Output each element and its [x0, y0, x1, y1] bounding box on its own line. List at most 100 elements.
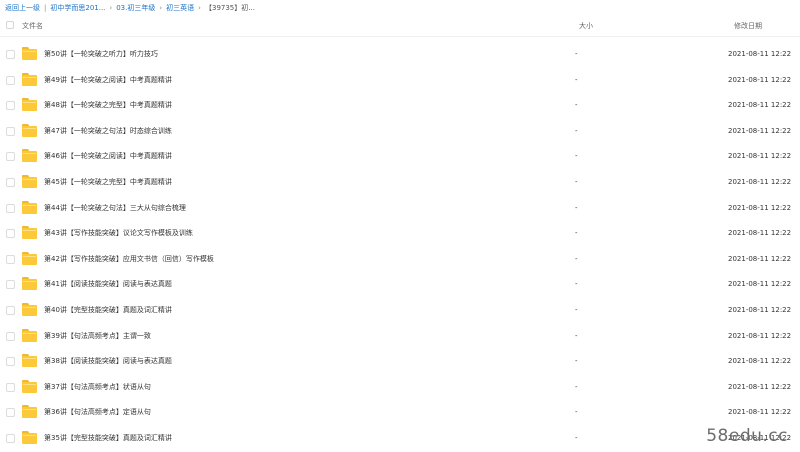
file-modified-date: 2021-08-11 12:22: [728, 101, 792, 110]
row-checkbox[interactable]: [6, 203, 15, 213]
row-checkbox[interactable]: [6, 408, 15, 418]
file-modified-date: 2021-08-11 12:22: [728, 280, 792, 289]
folder-icon: [22, 379, 37, 393]
folder-icon: [22, 405, 37, 419]
row-checkbox[interactable]: [6, 177, 15, 187]
file-modified-date: 2021-08-11 12:22: [728, 229, 792, 238]
row-checkbox[interactable]: [6, 357, 15, 367]
file-row[interactable]: 第37讲【句法高频考点】状语从句 - 2021-08-11 12:22: [0, 374, 800, 400]
row-checkbox[interactable]: [6, 382, 15, 392]
file-modified-date: 2021-08-11 12:22: [728, 50, 792, 58]
file-row[interactable]: 第41讲【阅读技能突破】阅读与表达真题 - 2021-08-11 12:22: [0, 271, 800, 297]
row-checkbox[interactable]: [6, 101, 15, 111]
breadcrumb-item[interactable]: 03.初三年级: [116, 2, 155, 14]
breadcrumb-item[interactable]: 初中学而思201...: [50, 2, 105, 14]
file-size: -: [575, 50, 578, 58]
folder-icon: [22, 277, 37, 291]
file-name[interactable]: 第42讲【写作技能突破】应用文书信（回信）写作模板: [44, 253, 214, 265]
folder-icon: [22, 123, 37, 137]
row-checkbox[interactable]: [6, 126, 15, 136]
file-modified-date: 2021-08-11 12:22: [728, 254, 792, 263]
back-link[interactable]: 返回上一级: [5, 2, 40, 14]
file-name[interactable]: 第37讲【句法高频考点】状语从句: [44, 381, 151, 393]
file-row[interactable]: 第45讲【一轮突破之完型】中考真题精讲 - 2021-08-11 12:22: [0, 169, 800, 195]
row-checkbox[interactable]: [6, 433, 15, 443]
file-size: -: [575, 152, 578, 161]
file-name[interactable]: 第44讲【一轮突破之句法】三大从句综合梳理: [44, 202, 186, 214]
file-size: -: [575, 433, 578, 442]
file-name[interactable]: 第35讲【完型技能突破】真题及词汇精讲: [44, 432, 172, 444]
row-checkbox[interactable]: [6, 305, 15, 315]
file-name[interactable]: 第50讲【一轮突破之听力】听力技巧: [44, 48, 158, 60]
select-all-checkbox[interactable]: [6, 21, 14, 29]
folder-icon: [22, 200, 37, 214]
file-size: -: [575, 305, 578, 314]
file-row[interactable]: 第46讲【一轮突破之阅读】中考真题精讲 - 2021-08-11 12:22: [0, 143, 800, 169]
file-row[interactable]: 第49讲【一轮突破之阅读】中考真题精讲 - 2021-08-11 12:22: [0, 67, 800, 93]
breadcrumb-separator: ›: [198, 4, 201, 12]
file-row[interactable]: 第44讲【一轮突破之句法】三大从句综合梳理 - 2021-08-11 12:22: [0, 195, 800, 221]
row-checkbox[interactable]: [6, 254, 15, 264]
file-name[interactable]: 第48讲【一轮突破之完型】中考真题精讲: [44, 99, 172, 111]
file-modified-date: 2021-08-11 12:22: [728, 305, 792, 314]
folder-icon: [22, 98, 37, 112]
file-name[interactable]: 第43讲【写作技能突破】议论文写作模板及训练: [44, 227, 193, 239]
folder-icon: [22, 72, 37, 86]
file-row[interactable]: 第50讲【一轮突破之听力】听力技巧 - 2021-08-11 12:22: [0, 41, 800, 67]
file-row[interactable]: 第39讲【句法高频考点】主谓一致 - 2021-08-11 12:22: [0, 323, 800, 349]
file-name[interactable]: 第45讲【一轮突破之完型】中考真题精讲: [44, 176, 172, 188]
file-size: -: [575, 382, 578, 391]
column-header-size[interactable]: 大小: [579, 20, 593, 32]
file-size: -: [575, 229, 578, 238]
row-checkbox[interactable]: [6, 75, 15, 85]
file-row[interactable]: 第47讲【一轮突破之句法】时态综合训练 - 2021-08-11 12:22: [0, 118, 800, 144]
file-row[interactable]: 第42讲【写作技能突破】应用文书信（回信）写作模板 - 2021-08-11 12:…: [0, 246, 800, 272]
column-header-name[interactable]: 文件名: [22, 20, 43, 32]
folder-icon: [22, 302, 37, 316]
breadcrumb-separator: ›: [109, 4, 113, 12]
file-name[interactable]: 第41讲【阅读技能突破】阅读与表达真题: [44, 278, 172, 290]
file-size: -: [575, 254, 578, 263]
file-row[interactable]: 第35讲【完型技能突破】真题及词汇精讲 -2021-08-11 12:22: [0, 425, 800, 451]
file-modified-date: 2021-08-11 12:22: [728, 408, 792, 417]
file-row[interactable]: 第48讲【一轮突破之完型】中考真题精讲 - 2021-08-11 12:22: [0, 92, 800, 118]
folder-icon: [22, 47, 37, 60]
file-row[interactable]: 第43讲【写作技能突破】议论文写作模板及训练 - 2021-08-11 12:22: [0, 220, 800, 246]
breadcrumb: 返回上一级 | 初中学而思201... › 03.初三年级 › 初三英语 › 【…: [5, 2, 255, 14]
file-row[interactable]: 第40讲【完型技能突破】真题及词汇精讲 - 2021-08-11 12:22: [0, 297, 800, 323]
breadcrumb-separator: |: [44, 4, 47, 12]
file-size: -: [575, 280, 578, 289]
file-size: -: [575, 203, 578, 212]
folder-icon: [22, 226, 37, 240]
row-checkbox[interactable]: [6, 229, 15, 239]
breadcrumb-current: 【39735】初...: [204, 4, 255, 12]
file-name[interactable]: 第38讲【阅读技能突破】阅读与表达真题: [44, 355, 172, 367]
file-row[interactable]: 第38讲【阅读技能突破】阅读与表达真题 - 2021-08-11 12:22: [0, 348, 800, 374]
file-name[interactable]: 第36讲【句法高频考点】定语从句: [44, 406, 151, 418]
file-size: -: [575, 177, 578, 186]
file-name[interactable]: 第49讲【一轮突破之阅读】中考真题精讲: [44, 74, 172, 86]
file-name[interactable]: 第47讲【一轮突破之句法】时态综合训练: [44, 125, 172, 137]
file-name[interactable]: 第40讲【完型技能突破】真题及词汇精讲: [44, 304, 172, 316]
folder-icon: [22, 430, 37, 444]
file-modified-date: 2021-08-11 12:22: [728, 152, 792, 161]
row-checkbox[interactable]: [6, 152, 15, 162]
file-size: -: [575, 408, 578, 417]
row-checkbox[interactable]: [6, 280, 15, 290]
file-list-header: 文件名 大小 修改日期: [0, 16, 800, 37]
breadcrumb-item[interactable]: 初三英语: [166, 2, 194, 14]
file-size: -: [575, 75, 578, 84]
row-checkbox[interactable]: [6, 331, 15, 341]
file-size: -: [575, 331, 578, 340]
file-row[interactable]: 第36讲【句法高频考点】定语从句 - 2021-08-11 12:22: [0, 399, 800, 425]
file-modified-date: 2021-08-11 12:22: [728, 177, 792, 186]
file-name[interactable]: 第39讲【句法高频考点】主谓一致: [44, 330, 151, 342]
folder-icon: [22, 251, 37, 265]
row-checkbox[interactable]: [6, 50, 15, 59]
watermark: 58edu.cc: [706, 426, 788, 446]
file-name[interactable]: 第46讲【一轮突破之阅读】中考真题精讲: [44, 150, 172, 162]
column-header-modified[interactable]: 修改日期: [734, 20, 762, 32]
folder-icon: [22, 149, 37, 163]
folder-icon: [22, 328, 37, 342]
breadcrumb-separator: ›: [159, 4, 163, 12]
